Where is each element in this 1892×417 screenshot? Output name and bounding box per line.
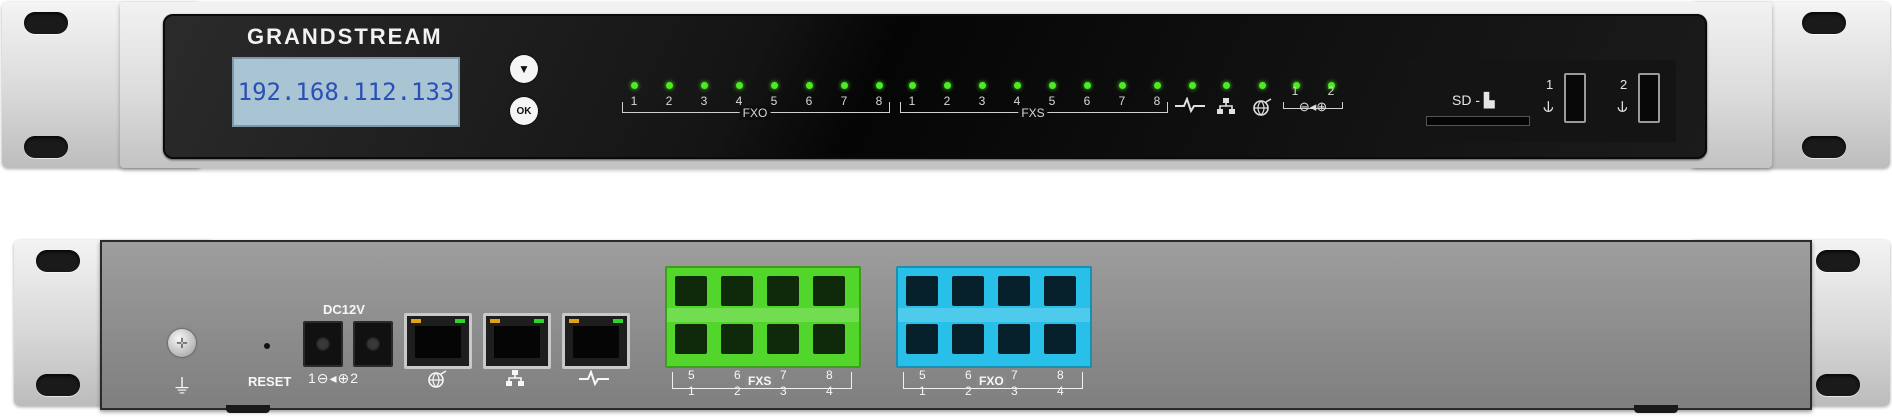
brand-logo: GRANDSTREAM xyxy=(247,24,443,49)
sd-card-icon: ▙ xyxy=(1483,92,1495,108)
lcd-display: 192.168.112.133 xyxy=(232,57,460,127)
wan-icon xyxy=(1252,98,1272,121)
fxo-led-8 xyxy=(876,82,883,89)
fxs-label: FXS xyxy=(745,374,775,388)
heartbeat-led xyxy=(1189,82,1196,89)
fxo-led-5 xyxy=(771,82,778,89)
usb-icon: ⫝ xyxy=(1543,96,1554,116)
rubber-foot xyxy=(226,405,270,413)
sd-usb-dock xyxy=(1406,60,1676,142)
rack-slot xyxy=(1816,250,1860,272)
ground-icon: ⏚ xyxy=(172,376,192,398)
usb-port-2[interactable] xyxy=(1638,73,1660,123)
rack-slot xyxy=(1802,136,1846,158)
wan-led xyxy=(1259,82,1266,89)
lan-port[interactable] xyxy=(483,313,551,369)
fxs-rj11-port[interactable] xyxy=(721,324,753,354)
fxo-port-block xyxy=(896,266,1092,368)
fxs-block-band xyxy=(667,308,859,322)
ground-screw[interactable]: ✛ xyxy=(168,329,196,357)
dc-label: DC12V xyxy=(323,302,365,317)
fxs-rj11-port[interactable] xyxy=(813,276,845,306)
fxo-led-7 xyxy=(841,82,848,89)
fxs-led-2 xyxy=(944,82,951,89)
power-number: 1 xyxy=(1291,84,1299,98)
fxo-rj11-port[interactable] xyxy=(1044,324,1076,354)
fxo-label: FXO xyxy=(976,374,1007,388)
fxo-rj11-port[interactable] xyxy=(906,324,938,354)
reset-label: RESET xyxy=(248,374,292,389)
fxs-led-6 xyxy=(1084,82,1091,89)
fxo-led-4 xyxy=(736,82,743,89)
usb-icon: ⫝ xyxy=(1617,96,1628,116)
power-number: 2 xyxy=(1327,84,1335,98)
fxo-block-band xyxy=(898,308,1090,322)
fxs-led-5 xyxy=(1049,82,1056,89)
rack-slot xyxy=(1802,12,1846,34)
usb-port-number: 2 xyxy=(1620,77,1628,92)
fxo-rj11-port[interactable] xyxy=(952,276,984,306)
fxs-rj11-port[interactable] xyxy=(813,324,845,354)
fxs-led-1 xyxy=(909,82,916,89)
lan-led xyxy=(1223,82,1230,89)
fxo-group-label: FXO xyxy=(739,106,771,120)
fxo-rj11-port[interactable] xyxy=(998,276,1030,306)
fxo-led-6 xyxy=(806,82,813,89)
fxs-port-block xyxy=(665,266,861,368)
reset-button[interactable] xyxy=(264,343,270,349)
fxo-led-3 xyxy=(701,82,708,89)
rack-slot xyxy=(1816,374,1860,396)
dc-polarity-icon: 1⊖◂⊕2 xyxy=(308,370,360,386)
fxs-rj11-port[interactable] xyxy=(767,276,799,306)
fxs-rj11-port[interactable] xyxy=(721,276,753,306)
fxo-rj11-port[interactable] xyxy=(906,276,938,306)
heartbeat-icon xyxy=(1175,96,1205,118)
fxs-led-7 xyxy=(1119,82,1126,89)
wan-icon xyxy=(427,370,447,393)
fxo-led-2 xyxy=(666,82,673,89)
rack-slot xyxy=(24,12,68,34)
heartbeat-port[interactable] xyxy=(562,313,630,369)
ok-button[interactable]: OK xyxy=(510,97,538,125)
fxs-led-8 xyxy=(1154,82,1161,89)
dc-polarity-icon: ⊖◂⊕ xyxy=(1298,99,1328,114)
fxs-group-label: FXS xyxy=(1018,106,1048,120)
down-button[interactable]: ▼ xyxy=(510,55,538,83)
rack-slot xyxy=(24,136,68,158)
fxo-led-1 xyxy=(631,82,638,89)
dc-jack-number: 2 xyxy=(350,370,360,386)
fxs-led-3 xyxy=(979,82,986,89)
lan-icon xyxy=(1217,98,1235,119)
lcd-ip-address: 192.168.112.133 xyxy=(237,78,455,106)
dc-jack-2[interactable] xyxy=(353,321,393,367)
sd-card-slot[interactable] xyxy=(1426,116,1530,126)
heartbeat-icon xyxy=(579,369,609,391)
fxs-rj11-port[interactable] xyxy=(675,276,707,306)
dc-jack-1[interactable] xyxy=(303,321,343,367)
fxo-rj11-port[interactable] xyxy=(998,324,1030,354)
lan-icon xyxy=(506,370,524,391)
usb-port-number: 1 xyxy=(1546,77,1554,92)
fxs-rj11-port[interactable] xyxy=(767,324,799,354)
sd-card-label: SD - ▙ xyxy=(1452,92,1495,108)
wan-port[interactable] xyxy=(404,313,472,369)
rubber-foot xyxy=(1634,405,1678,413)
rack-slot xyxy=(36,250,80,272)
fxs-rj11-port[interactable] xyxy=(675,324,707,354)
usb-port-1[interactable] xyxy=(1564,73,1586,123)
fxs-led-4 xyxy=(1014,82,1021,89)
rack-slot xyxy=(36,374,80,396)
fxo-rj11-port[interactable] xyxy=(952,324,984,354)
fxo-rj11-port[interactable] xyxy=(1044,276,1076,306)
dc-jack-number: 1 xyxy=(308,370,317,386)
